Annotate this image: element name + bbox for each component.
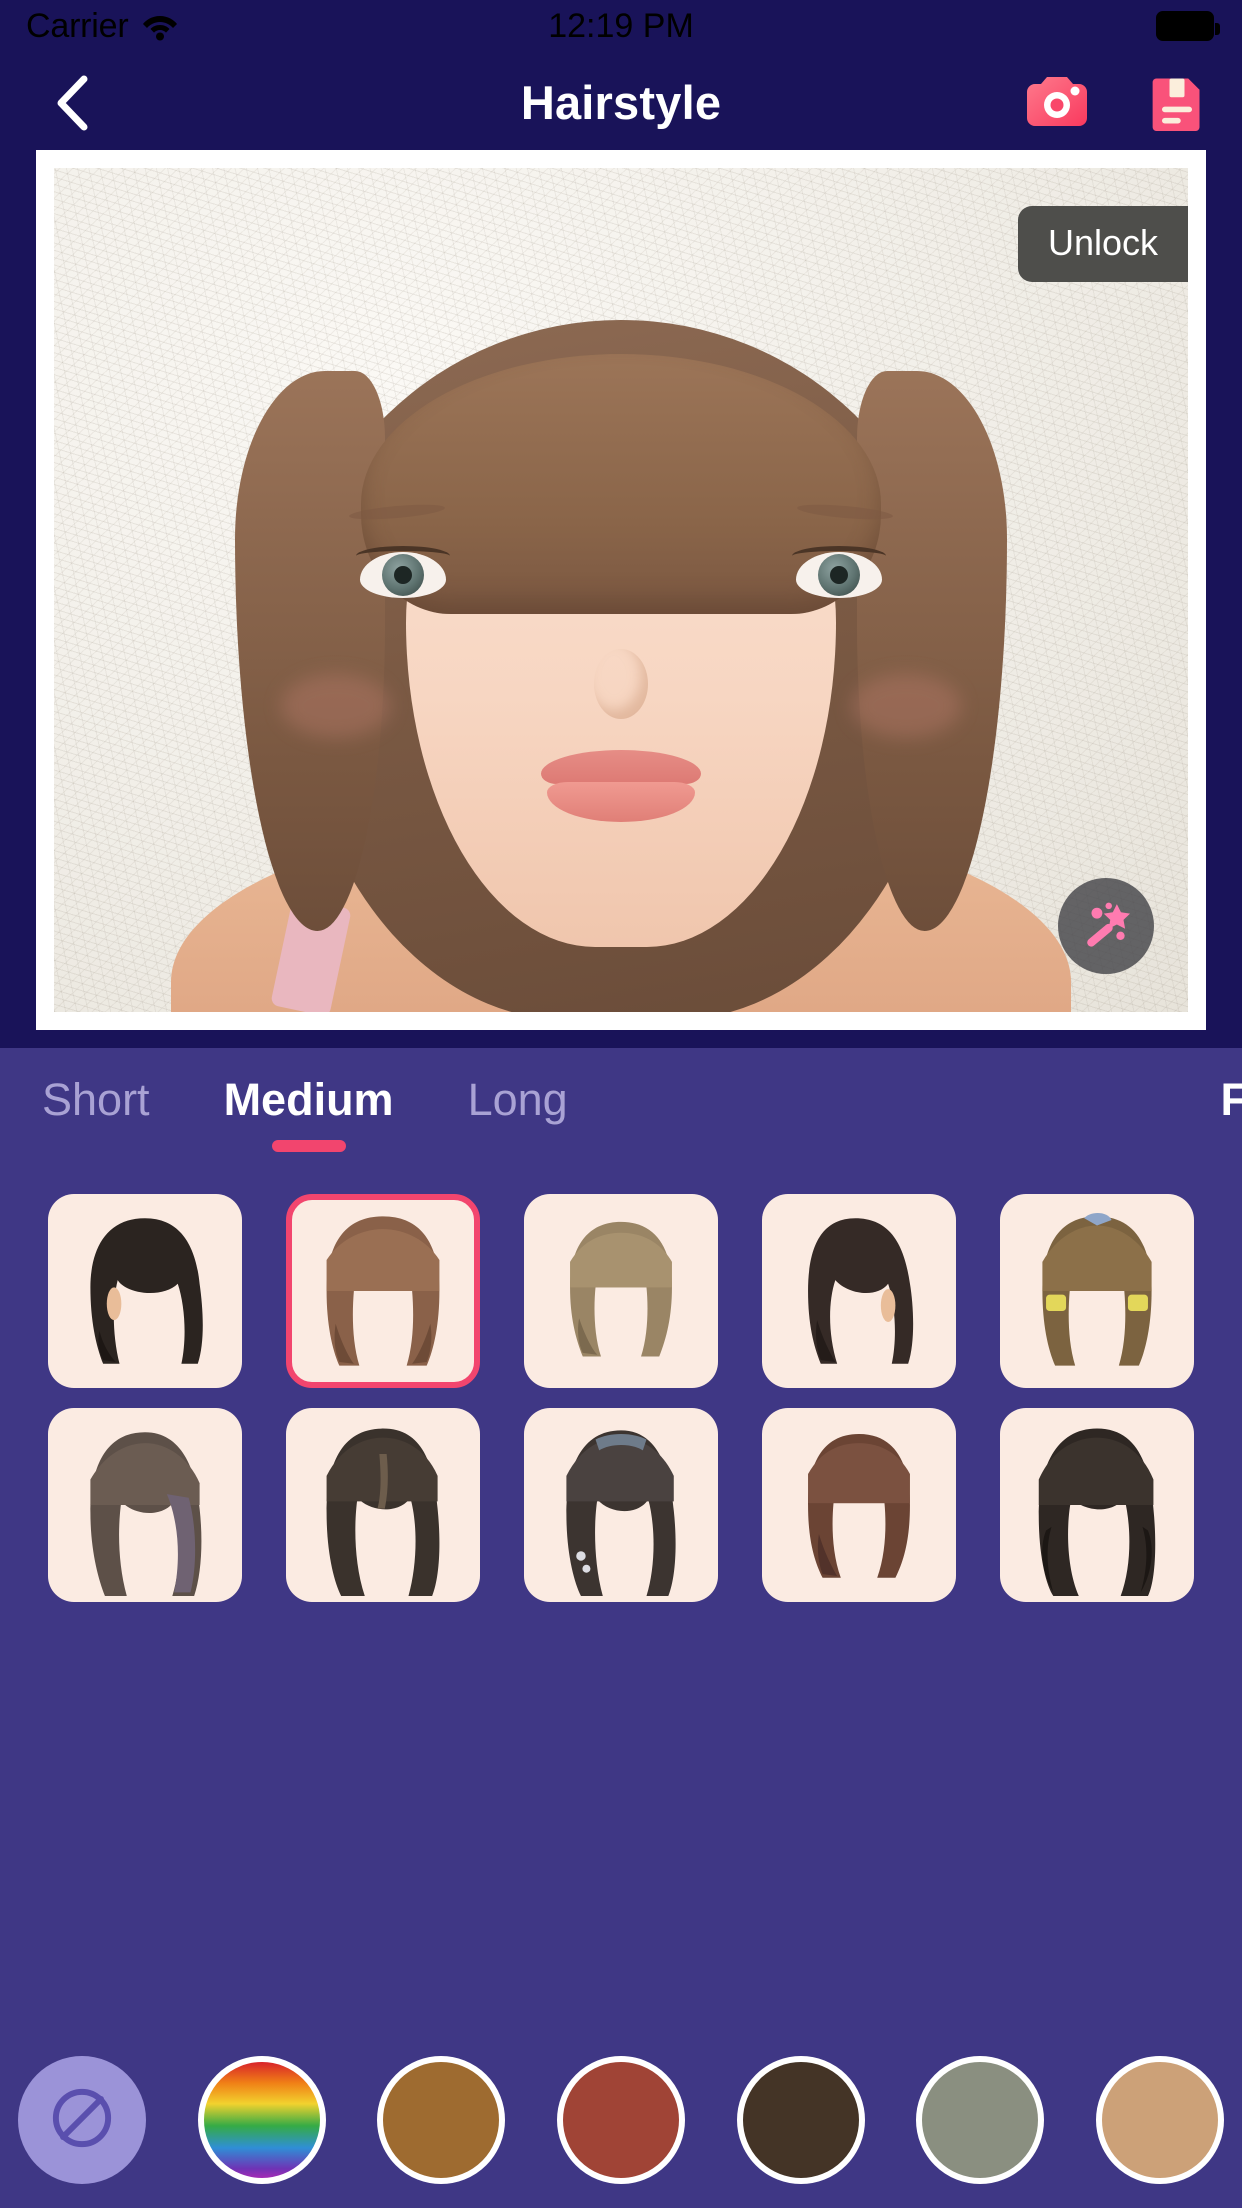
hairstyle-thumb-3[interactable]	[762, 1194, 956, 1388]
hairstyle-thumb-0[interactable]	[48, 1194, 242, 1388]
grid-cell	[740, 1184, 978, 1398]
status-bar-clock: 12:19 PM	[548, 6, 694, 45]
navigation-bar: Hairstyle	[0, 52, 1242, 152]
color-swatch-no-color[interactable]	[18, 2056, 146, 2184]
unlock-button[interactable]: Unlock	[1017, 206, 1188, 282]
document-button[interactable]	[1140, 66, 1214, 140]
tab-short[interactable]: Short	[42, 1074, 150, 1136]
camera-button[interactable]	[1020, 66, 1094, 140]
hairstyle-thumb-1[interactable]	[286, 1194, 480, 1388]
prohibit-icon	[44, 2080, 120, 2161]
hairstyle-thumb-2[interactable]	[524, 1194, 718, 1388]
portrait-image	[54, 168, 1188, 1012]
grid-cell	[26, 1398, 264, 1612]
color-swatch-dark-espresso[interactable]	[736, 2056, 865, 2184]
status-bar: Carrier 12:19 PM	[0, 0, 1242, 52]
hairstyle-thumb-5[interactable]	[48, 1408, 242, 1602]
hairstyle-thumb-9[interactable]	[1000, 1408, 1194, 1602]
hairstyle-thumb-6[interactable]	[286, 1408, 480, 1602]
grid-cell	[740, 1398, 978, 1612]
hairstyle-thumb-4[interactable]	[1000, 1194, 1194, 1388]
hairstyle-thumb-7[interactable]	[524, 1408, 718, 1602]
tab-long[interactable]: Long	[468, 1074, 568, 1136]
camera-icon	[1025, 69, 1089, 138]
hair-color-swatches	[0, 2032, 1242, 2208]
photo-card: Unlock	[36, 150, 1206, 1030]
grid-cell	[978, 1184, 1216, 1398]
hairstyle-grid	[0, 1168, 1242, 1612]
hairstyle-thumb-8[interactable]	[762, 1408, 956, 1602]
nav-actions	[1020, 66, 1214, 140]
color-swatch-caramel-brown[interactable]	[377, 2056, 506, 2184]
length-tabs: Short Medium Long F	[0, 1048, 1242, 1168]
grid-cell	[978, 1398, 1216, 1612]
document-list-icon	[1147, 71, 1207, 136]
grid-cell	[264, 1184, 502, 1398]
tab-medium[interactable]: Medium	[224, 1074, 394, 1136]
grid-cell	[502, 1398, 740, 1612]
tab-overflow-next[interactable]: F	[1221, 1074, 1242, 1136]
right-eye	[791, 546, 886, 599]
grid-cell	[264, 1398, 502, 1612]
lips	[541, 750, 701, 823]
color-swatch-sage-gray[interactable]	[916, 2056, 1045, 2184]
color-swatch-rust-red[interactable]	[556, 2056, 685, 2184]
magic-wand-icon	[1077, 895, 1135, 958]
photo-preview[interactable]: Unlock	[54, 168, 1188, 1012]
color-swatch-tan-beige[interactable]	[1095, 2056, 1224, 2184]
magic-wand-button[interactable]	[1058, 878, 1154, 974]
grid-cell	[502, 1184, 740, 1398]
color-swatch-rainbow[interactable]	[197, 2056, 326, 2184]
style-picker-panel: Short Medium Long F	[0, 1048, 1242, 2208]
battery-full-icon	[1156, 11, 1220, 41]
left-eye	[356, 546, 451, 599]
app-screen: Carrier 12:19 PM Hairstyle Unlock Short …	[0, 0, 1242, 2208]
grid-cell	[26, 1184, 264, 1398]
